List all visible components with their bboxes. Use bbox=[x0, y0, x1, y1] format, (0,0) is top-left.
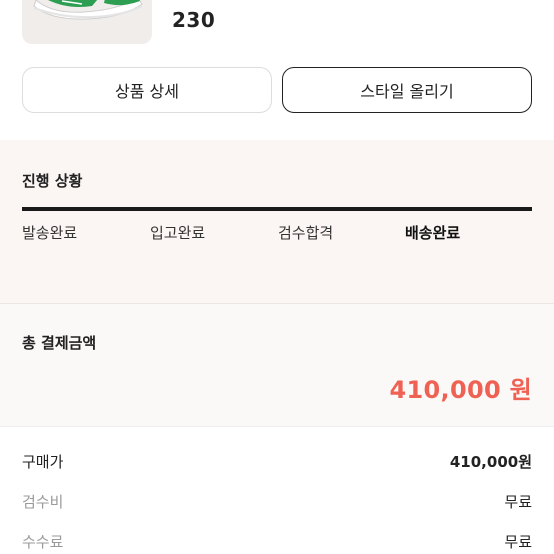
row-value: 무료 bbox=[504, 493, 532, 511]
progress-section: 진행 상황 발송완료 입고완료 검수합격 배송완료 bbox=[0, 140, 554, 303]
product-summary: 230 bbox=[0, 0, 554, 56]
step-received: 입고완료 bbox=[150, 224, 206, 242]
total-payment-title: 총 결제금액 bbox=[22, 334, 97, 352]
post-style-button[interactable]: 스타일 올리기 bbox=[282, 67, 532, 113]
product-thumbnail[interactable] bbox=[22, 0, 152, 44]
total-payment-section: 총 결제금액 410,000 원 bbox=[0, 304, 554, 426]
section-divider bbox=[0, 426, 554, 427]
sneaker-image bbox=[33, 0, 143, 20]
price-row-purchase: 구매가 410,000원 bbox=[22, 451, 532, 475]
progress-title: 진행 상황 bbox=[22, 172, 83, 190]
step-inspection-passed: 검수합격 bbox=[278, 224, 334, 242]
row-label: 수수료 bbox=[22, 533, 64, 551]
price-row-inspection-fee: 검수비 무료 bbox=[22, 491, 532, 515]
row-value: 410,000원 bbox=[449, 453, 532, 471]
order-detail-page: 230 상품 상세 스타일 올리기 진행 상황 발송완료 입고완료 검수합격 배… bbox=[0, 0, 554, 554]
progress-bar bbox=[22, 207, 532, 211]
step-delivered: 배송완료 bbox=[405, 224, 461, 242]
product-size: 230 bbox=[172, 8, 216, 32]
row-label: 구매가 bbox=[22, 453, 64, 471]
row-label: 검수비 bbox=[22, 493, 64, 511]
row-value: 무료 bbox=[504, 533, 532, 551]
product-detail-button[interactable]: 상품 상세 bbox=[22, 67, 272, 113]
total-payment-amount: 410,000 원 bbox=[389, 376, 532, 404]
step-shipped: 발송완료 bbox=[22, 224, 78, 242]
price-row-commission: 수수료 무료 bbox=[22, 531, 532, 554]
